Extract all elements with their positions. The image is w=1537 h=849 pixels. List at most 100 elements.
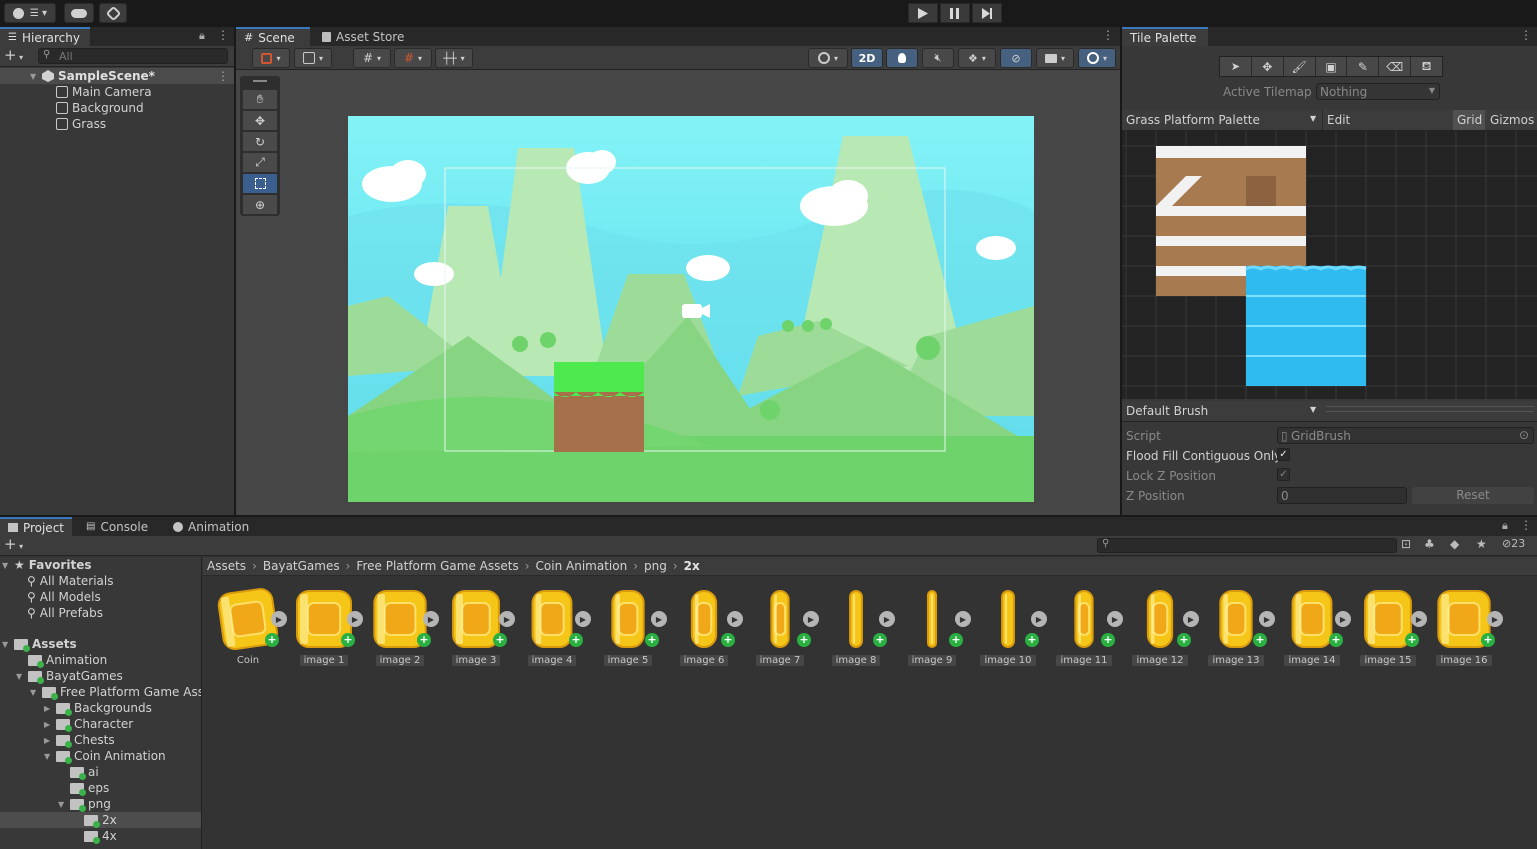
expand-arrow-icon[interactable]: ▼ [30,688,38,697]
breadcrumb-item[interactable]: Assets [207,559,246,573]
brush-dropdown[interactable]: Default Brush ▼ [1122,401,1320,421]
favorite-all-models[interactable]: ⚲ All Models [27,589,101,605]
gizmo-pivot-button[interactable]: ▾ [294,48,332,68]
search-scope-icon[interactable]: ⊡ [1401,537,1411,551]
expand-arrow-icon[interactable]: ▼ [44,752,52,761]
add-button[interactable]: + ▾ [4,46,23,64]
asset-item[interactable]: ▶ + image 11 [1055,589,1123,666]
lock-icon[interactable]: 🔒︎ [199,29,205,43]
increment-snap-button[interactable]: # ▾ [394,48,432,68]
folder-tree-item[interactable]: eps [58,780,109,796]
expand-arrow-icon[interactable]: ▶ [44,704,52,713]
scale-tool-button[interactable]: ⤢ [243,153,277,172]
play-subasset-icon[interactable]: ▶ [651,611,667,627]
toggle-2d-button[interactable]: 2D [851,48,883,68]
play-subasset-icon[interactable]: ▶ [575,611,591,627]
palette-grid[interactable] [1122,131,1537,399]
account-button[interactable]: ☰ ▾ [4,3,56,23]
grass-tile[interactable] [554,362,644,452]
folder-tree-item[interactable]: ▶ Character [44,716,133,732]
folder-tree-item[interactable]: ▼ BayatGames [16,668,123,684]
asset-item[interactable]: ▶ + image 14 [1283,589,1351,666]
folder-tree-item[interactable]: ai [58,764,99,780]
favorite-all-prefabs[interactable]: ⚲ All Prefabs [27,605,103,621]
label-icon[interactable]: ◆ [1450,537,1459,551]
hidden-objects-button[interactable]: ⊘ [1000,48,1032,68]
breadcrumb-item[interactable]: Free Platform Game Assets [356,559,518,573]
box-fill-tool-button[interactable]: ▣ [1316,57,1348,76]
folder-tree-item[interactable]: 2x [0,812,201,828]
picker-tool-button[interactable]: ✎ [1347,57,1380,76]
pause-button[interactable] [940,3,970,23]
z-position-input[interactable]: 0 [1277,487,1407,504]
play-button[interactable] [908,3,938,23]
lighting-button[interactable] [886,48,918,68]
favorite-all-materials[interactable]: ⚲ All Materials [27,573,114,589]
folder-tree-item[interactable]: ▼ png [58,796,111,812]
flood-fill-checkbox[interactable]: ✓ [1277,448,1290,461]
expand-arrow-icon[interactable]: ▼ [16,672,24,681]
fill-tool-button[interactable]: ⛾ [1411,57,1442,76]
reset-button[interactable]: Reset [1412,487,1534,504]
draw-mode-button[interactable]: ▾ [252,48,290,68]
asset-item[interactable]: ▶ + image 15 [1359,589,1427,666]
asset-item[interactable]: ▶ + image 10 [979,589,1047,666]
play-subasset-icon[interactable]: ▶ [1183,611,1199,627]
asset-item[interactable]: ▶ + image 8 [827,589,895,666]
gizmos-toggle[interactable]: Gizmos [1486,110,1537,130]
favorites-header[interactable]: ▼ ★ Favorites [2,557,91,573]
scene-canvas[interactable] [348,116,1034,502]
move-tool-button[interactable]: ✥ [1252,57,1284,76]
grid-snap-button[interactable]: # ▾ [353,48,391,68]
expand-arrow-icon[interactable]: ▼ [58,800,66,809]
expand-arrow-icon[interactable]: ▼ [30,72,38,81]
shading-mode-button[interactable]: ▾ [808,48,848,68]
eraser-tool-button[interactable]: ⌫ [1379,57,1412,76]
play-subasset-icon[interactable]: ▶ [499,611,515,627]
breadcrumb-item[interactable]: Coin Animation [536,559,628,573]
play-subasset-icon[interactable]: ▶ [423,611,439,627]
camera-settings-button[interactable]: ▾ [1036,48,1074,68]
play-subasset-icon[interactable]: ▶ [803,611,819,627]
breadcrumb-item[interactable]: BayatGames [263,559,340,573]
rotate-tool-button[interactable]: ↻ [243,132,277,151]
play-subasset-icon[interactable]: ▶ [955,611,971,627]
play-subasset-icon[interactable]: ▶ [879,611,895,627]
play-subasset-icon[interactable]: ▶ [1031,611,1047,627]
tab-hierarchy[interactable]: ☰ Hierarchy [0,27,90,46]
splitter-handle[interactable] [1326,406,1534,412]
assets-header[interactable]: ▼ Assets [2,636,77,652]
scene-menu-icon[interactable]: ⋮ [217,69,229,83]
expand-arrow-icon[interactable]: ▶ [44,736,52,745]
play-subasset-icon[interactable]: ▶ [1335,611,1351,627]
hierarchy-item-grass[interactable]: Grass [56,116,106,132]
hierarchy-search-input[interactable]: ⚲ All [38,48,228,64]
asset-item[interactable]: ▶ + image 4 [523,589,591,666]
asset-item[interactable]: ▶ + image 6 [675,589,743,666]
step-button[interactable] [972,3,1002,23]
more-menu-icon[interactable]: ⋮ [1520,28,1532,42]
rect-tool-button[interactable] [243,174,277,193]
folder-tree-item[interactable]: ▼ Free Platform Game Asset [30,684,201,700]
lock-z-checkbox[interactable]: ✓ [1277,468,1290,481]
paint-tool-button[interactable]: 🖌︎ [1284,57,1316,76]
tab-tile-palette[interactable]: Tile Palette [1122,27,1208,46]
asset-item[interactable]: ▶ + image 5 [599,589,667,666]
asset-item[interactable]: ▶ + image 1 [295,589,363,666]
transform-tool-button[interactable]: ⊕ [243,195,277,214]
tab-project[interactable]: Project [0,517,72,536]
breadcrumb-item[interactable]: png [644,559,667,573]
folder-tree-item[interactable]: ▶ Backgrounds [44,700,152,716]
more-menu-icon[interactable]: ⋮ [1520,518,1532,532]
asset-item[interactable]: ▶ + image 3 [447,589,515,666]
ruler-button[interactable]: ┼┼ ▾ [435,48,473,68]
target-icon[interactable]: ⊙ [1519,428,1529,442]
asset-item[interactable]: ▶ + image 9 [903,589,971,666]
play-subasset-icon[interactable]: ▶ [1107,611,1123,627]
project-search-input[interactable]: ⚲ [1097,538,1397,553]
play-subasset-icon[interactable]: ▶ [271,611,287,627]
play-subasset-icon[interactable]: ▶ [1411,611,1427,627]
asset-item[interactable]: ▶ + image 13 [1207,589,1275,666]
breadcrumb-item[interactable]: 2x [684,559,700,573]
more-menu-icon[interactable]: ⋮ [1102,28,1114,42]
